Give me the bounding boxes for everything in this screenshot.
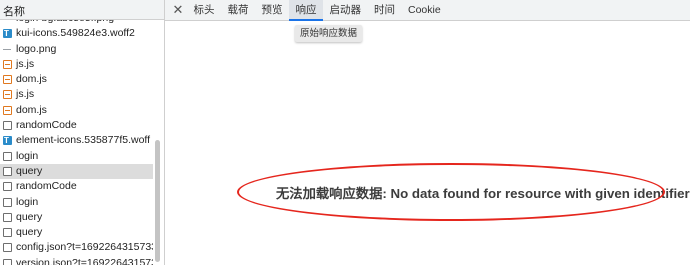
details-tabs: 标头 载荷 预览 响应 启动器 时间 Cookie bbox=[187, 0, 448, 21]
document-icon bbox=[3, 197, 12, 207]
request-name: version.json?t=1692264315735 bbox=[16, 256, 153, 265]
request-row[interactable]: login bbox=[0, 195, 153, 210]
request-row[interactable]: kui-icons.549824e3.woff2 bbox=[0, 26, 153, 41]
request-name: query bbox=[16, 164, 43, 177]
tab-5[interactable]: 时间 bbox=[368, 0, 402, 19]
request-list-pane: login-bg.abc5e5f.pngkui-icons.549824e3.w… bbox=[0, 0, 165, 265]
document-icon bbox=[3, 212, 12, 222]
request-name: randomCode bbox=[16, 180, 77, 193]
request-name: kui-icons.549824e3.woff2 bbox=[16, 27, 135, 40]
document-icon bbox=[3, 151, 12, 161]
request-row[interactable]: query bbox=[0, 210, 153, 225]
font-file-icon bbox=[3, 133, 12, 148]
tab-4[interactable]: 启动器 bbox=[323, 0, 368, 19]
font-file-icon bbox=[3, 26, 12, 41]
script-file-icon bbox=[3, 59, 12, 69]
red-annotation-ellipse bbox=[237, 163, 665, 221]
request-row[interactable]: query bbox=[0, 163, 153, 180]
request-row[interactable]: randomCode bbox=[0, 118, 153, 133]
request-row[interactable]: logo.png bbox=[0, 42, 153, 57]
name-column-header[interactable]: 名称 bbox=[0, 0, 164, 20]
request-name: login bbox=[16, 149, 39, 162]
request-name: dom.js bbox=[16, 73, 47, 86]
request-name: login bbox=[16, 195, 39, 208]
tab-1[interactable]: 载荷 bbox=[221, 0, 255, 19]
document-icon bbox=[3, 166, 12, 176]
document-icon bbox=[3, 243, 12, 253]
script-file-icon bbox=[3, 90, 12, 100]
request-row[interactable]: dom.js bbox=[0, 103, 153, 118]
request-row[interactable]: dom.js bbox=[0, 72, 153, 87]
raw-response-tooltip: 原始响应数据 bbox=[295, 25, 363, 42]
request-list-scrollbar[interactable] bbox=[155, 140, 160, 262]
document-icon bbox=[3, 258, 12, 265]
request-row[interactable]: element-icons.535877f5.woff bbox=[0, 133, 153, 148]
request-name: query bbox=[16, 210, 43, 223]
request-row[interactable]: query bbox=[0, 225, 153, 240]
document-icon bbox=[3, 182, 12, 192]
request-row[interactable]: randomCode bbox=[0, 179, 153, 194]
tab-6[interactable]: Cookie bbox=[402, 0, 448, 19]
details-pane: ✕ 标头 载荷 预览 响应 启动器 时间 Cookie 原始响应数据 无法加载响应数据: N… bbox=[165, 0, 690, 265]
request-row[interactable]: config.json?t=1692264315733 bbox=[0, 240, 153, 255]
tab-0[interactable]: 标头 bbox=[187, 0, 221, 19]
request-row[interactable]: js.js bbox=[0, 87, 153, 102]
close-icon[interactable]: ✕ bbox=[170, 2, 186, 18]
tab-2[interactable]: 预览 bbox=[255, 0, 289, 19]
tab-3[interactable]: 响应 bbox=[289, 0, 323, 21]
request-row[interactable]: js.js bbox=[0, 57, 153, 72]
request-name: config.json?t=1692264315733 bbox=[16, 241, 153, 254]
request-name: randomCode bbox=[16, 119, 77, 132]
request-name: js.js bbox=[16, 57, 35, 70]
name-column-label: 名称 bbox=[3, 6, 25, 18]
details-tabbar: ✕ 标头 载荷 预览 响应 启动器 时间 Cookie bbox=[165, 0, 690, 21]
request-name: element-icons.535877f5.woff bbox=[16, 134, 151, 147]
request-name: dom.js bbox=[16, 103, 47, 116]
document-icon bbox=[3, 121, 12, 131]
script-file-icon bbox=[3, 75, 12, 85]
request-name: js.js bbox=[16, 88, 35, 101]
script-file-icon bbox=[3, 105, 12, 115]
request-name: query bbox=[16, 226, 43, 239]
request-name: logo.png bbox=[16, 42, 57, 55]
image-file-icon bbox=[3, 44, 12, 54]
request-row[interactable]: login bbox=[0, 149, 153, 164]
request-row[interactable]: version.json?t=1692264315735 bbox=[0, 256, 153, 265]
request-list: login-bg.abc5e5f.pngkui-icons.549824e3.w… bbox=[0, 11, 153, 265]
document-icon bbox=[3, 228, 12, 238]
